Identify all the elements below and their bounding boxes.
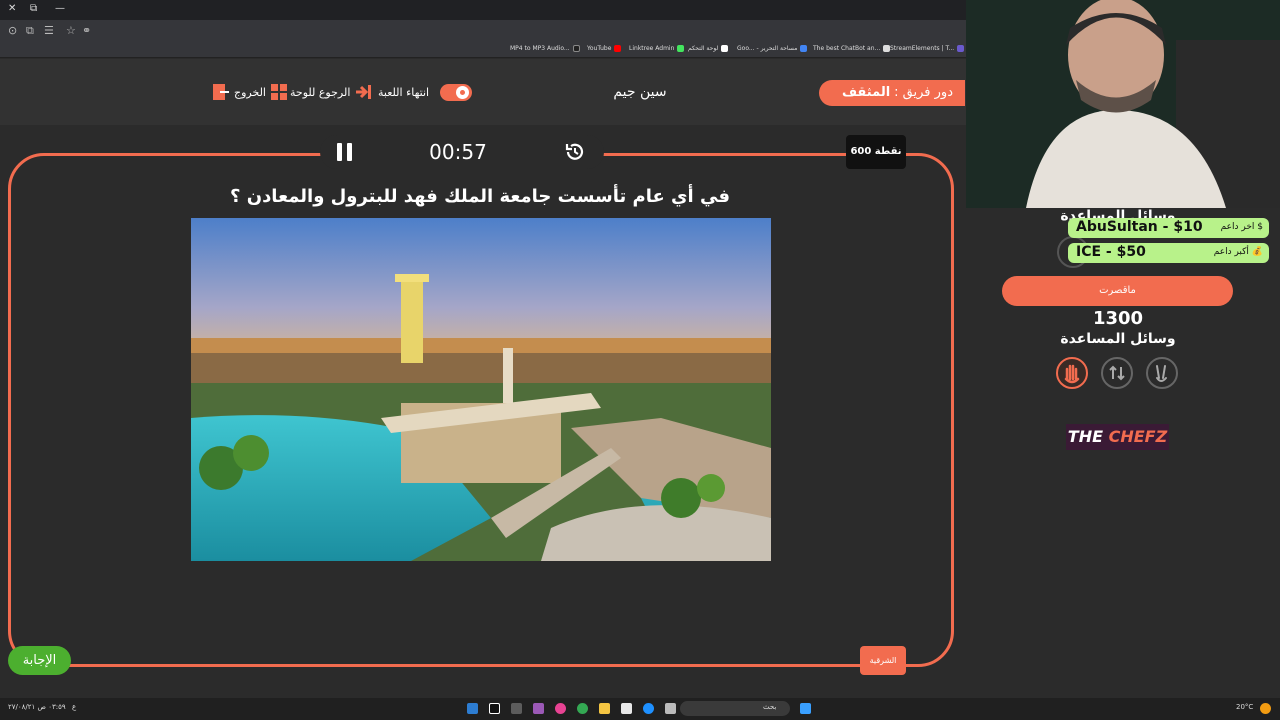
close-icon[interactable]: ✕ bbox=[8, 3, 16, 14]
hand-icon[interactable] bbox=[1056, 357, 1088, 389]
restore-icon[interactable]: ⧉ bbox=[30, 3, 37, 14]
top-donor-label: 💰 أكبر داعم bbox=[1213, 247, 1263, 257]
star-icon[interactable]: ☆ bbox=[66, 24, 76, 37]
app-icon[interactable] bbox=[555, 703, 566, 714]
last-donor-value: AbuSultan - $10 bbox=[1076, 219, 1203, 235]
bookmark-chatbot[interactable]: The best ChatBot an... bbox=[813, 45, 891, 52]
exit-door-icon[interactable] bbox=[212, 83, 230, 101]
chrome-icon[interactable] bbox=[577, 703, 588, 714]
store-icon[interactable] bbox=[621, 703, 632, 714]
streamlabs-icon[interactable] bbox=[533, 703, 544, 714]
last-donor-label: $ اخر داعم bbox=[1220, 222, 1263, 232]
last-donor-banner: $ اخر داعم AbuSultan - $10 bbox=[1068, 218, 1269, 238]
game-title: سين جيم bbox=[613, 84, 667, 100]
top-donor-banner: 💰 أكبر داعم ICE - $50 bbox=[1068, 243, 1269, 263]
lens-icon[interactable]: ⚭ bbox=[82, 24, 91, 37]
back-to-board-label[interactable]: الرجوع للوحة bbox=[290, 86, 350, 99]
minimize-icon[interactable]: — bbox=[55, 3, 65, 14]
windows-start-icon[interactable] bbox=[800, 703, 811, 714]
timer: 00:57 bbox=[429, 140, 487, 164]
answer-button[interactable]: الإجابة bbox=[8, 646, 71, 675]
top-donor-value: ICE - $50 bbox=[1076, 244, 1146, 260]
bookmark-editor[interactable]: Goo... - مساحة التحرير bbox=[737, 45, 808, 52]
xbox-icon[interactable] bbox=[511, 703, 522, 714]
menu-icon[interactable]: ☰ bbox=[44, 24, 54, 37]
steam-icon[interactable] bbox=[467, 703, 478, 714]
bookmark-streamelements[interactable]: StreamElements | T... bbox=[890, 45, 965, 52]
helpers-title: وسائل المساعدة bbox=[1060, 331, 1176, 347]
current-team-pill: دور فريق :المثقف bbox=[819, 80, 965, 106]
weather-temp: 20°C bbox=[1236, 703, 1254, 711]
bookmark-dashboard[interactable]: لوحة التحكم bbox=[688, 45, 729, 52]
grid-icon[interactable] bbox=[270, 83, 288, 101]
team-name: المثقف bbox=[841, 85, 891, 100]
language-indicator[interactable]: ع bbox=[72, 703, 76, 711]
pause-icon[interactable] bbox=[337, 143, 353, 161]
end-game-toggle[interactable] bbox=[440, 84, 472, 101]
bookmarks-bar: MP4 to MP3 Audio... YouTube Linktree Adm… bbox=[0, 42, 966, 58]
clock: ٠٣:٥٩ ص ٢٧/٠٨/٢١ bbox=[8, 703, 66, 711]
team-tag: الشرقية bbox=[860, 646, 906, 675]
task-view-icon[interactable] bbox=[665, 703, 676, 714]
browser-toolbar: ⊙ ⧉ ☰ ☆ ⚭ bbox=[0, 20, 966, 42]
team-prefix: دور فريق : bbox=[894, 85, 953, 100]
taskbar: ٠٣:٥٩ ص ٢٧/٠٨/٢١ ع 20°C bbox=[0, 698, 1280, 720]
profile-icon[interactable]: ⊙ bbox=[8, 24, 17, 37]
weather-icon bbox=[1260, 703, 1271, 714]
bookmark-linktree[interactable]: Linktree Admin bbox=[629, 45, 685, 52]
browser-titlebar: ✕ ⧉ — bbox=[0, 0, 966, 20]
webcam-feed bbox=[966, 0, 1280, 208]
end-game-label[interactable]: انتهاء اللعبة bbox=[378, 86, 429, 99]
puzzle-icon[interactable]: ⧉ bbox=[26, 24, 34, 38]
restart-timer-icon[interactable] bbox=[564, 141, 586, 163]
search-placeholder: بحث bbox=[763, 703, 777, 711]
team-button[interactable]: ماقصرت bbox=[1002, 276, 1233, 306]
bookmark-mp4-mp3[interactable]: MP4 to MP3 Audio... bbox=[510, 45, 580, 52]
question-text: في أي عام تأسست جامعة الملك فهد للبترول … bbox=[230, 186, 730, 207]
folder-icon[interactable] bbox=[599, 703, 610, 714]
swap-icon[interactable] bbox=[1101, 357, 1133, 389]
two-fingers-icon[interactable] bbox=[1146, 357, 1178, 389]
team-score: 1300 bbox=[1092, 308, 1144, 329]
question-image bbox=[191, 218, 771, 561]
exit-label[interactable]: الخروج bbox=[234, 86, 266, 99]
points-badge: 600 نقطة bbox=[846, 135, 906, 169]
bookmark-youtube[interactable]: YouTube bbox=[587, 45, 622, 52]
edge-icon[interactable] bbox=[643, 703, 654, 714]
tiktok-icon[interactable] bbox=[489, 703, 500, 714]
back-arrow-icon[interactable] bbox=[354, 83, 372, 101]
sponsor-logo: THE CHEFZ bbox=[1066, 424, 1169, 450]
